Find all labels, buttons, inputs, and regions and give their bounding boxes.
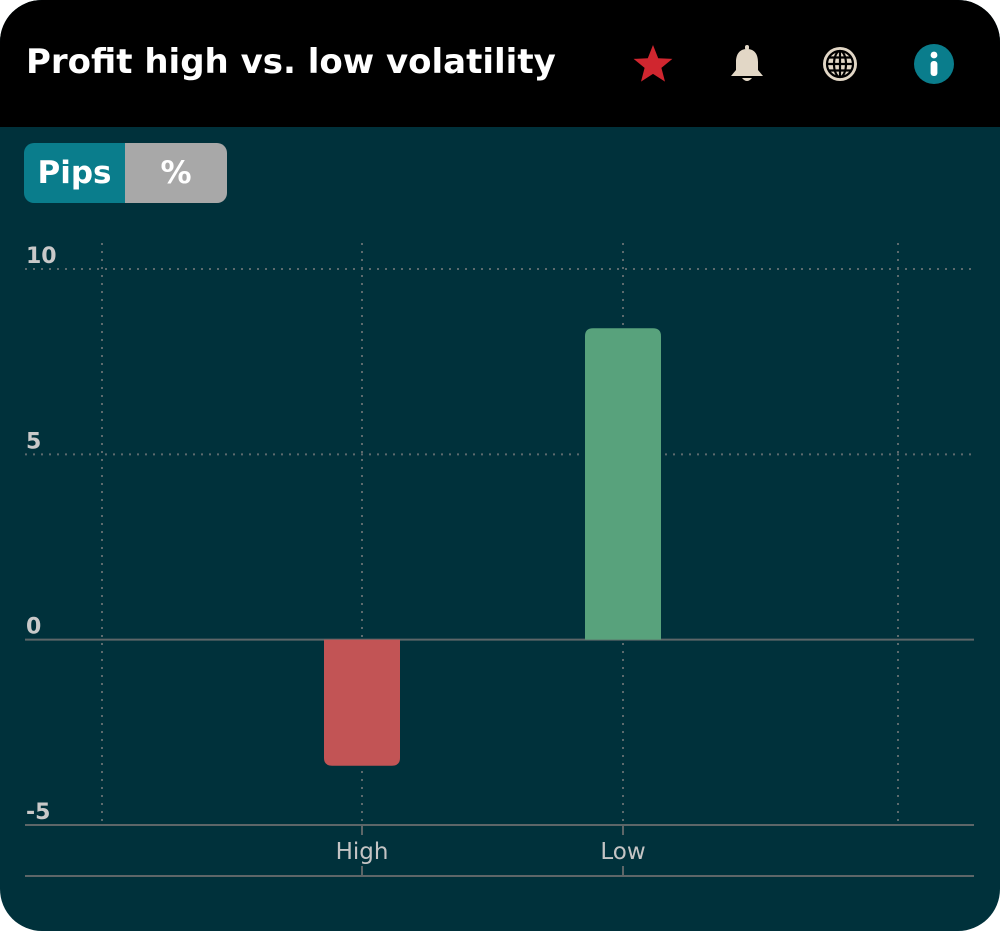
y-tick-label: 5 xyxy=(26,429,41,454)
chart-card: Profit high vs. low volatility Pips % Hi… xyxy=(0,0,1000,931)
bar-chart: High Low 10 5 0 -5 xyxy=(25,243,974,877)
y-tick-label: -5 xyxy=(26,800,50,825)
bar-low xyxy=(585,328,661,640)
y-tick-label: 10 xyxy=(26,244,57,269)
bar-high xyxy=(324,639,400,766)
x-tick-label: High xyxy=(336,839,389,865)
x-tick-label: Low xyxy=(600,839,645,865)
y-tick-label: 0 xyxy=(26,615,41,640)
